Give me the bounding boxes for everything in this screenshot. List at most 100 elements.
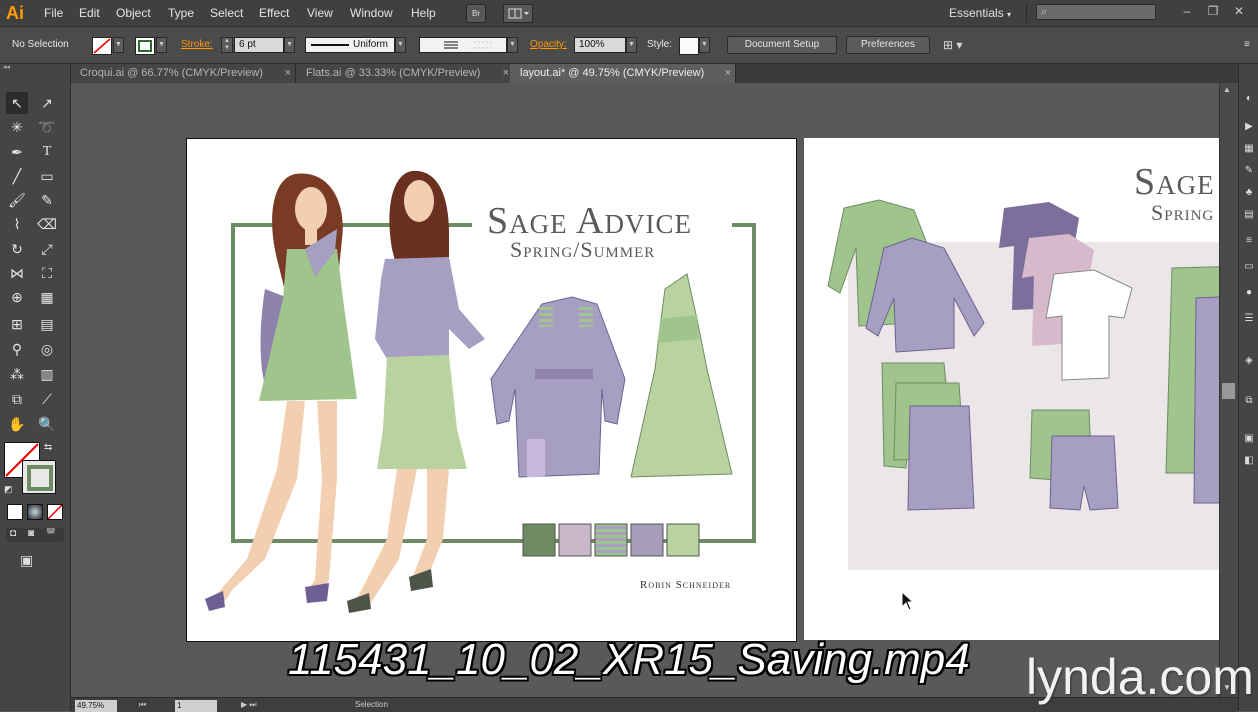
default-colors-icon[interactable]: ◩ <box>4 484 13 495</box>
next-artboard-icon[interactable]: ▶ ⏭ <box>241 700 257 710</box>
menu-help[interactable]: Help <box>411 0 436 26</box>
direct-selection-icon[interactable]: ↗ <box>36 92 58 114</box>
opacity-label[interactable]: Opacity: <box>530 27 567 63</box>
menu-view[interactable]: View <box>307 0 333 26</box>
document-canvas[interactable]: Sage Advice Spring/Summer Robin Schneide… <box>71 83 1219 697</box>
free-transform-icon[interactable]: ⛶ <box>36 262 58 284</box>
scale-icon[interactable]: ⤢ <box>36 238 58 260</box>
artboard-flats[interactable]: Sage Spring <box>804 138 1219 640</box>
preferences-button[interactable]: Preferences <box>846 36 930 54</box>
width-icon[interactable]: ⋈ <box>6 262 28 284</box>
selection-icon[interactable]: ↖ <box>6 92 28 114</box>
artboards-panel-icon[interactable]: ⧉ <box>1242 394 1256 408</box>
gradient-mode-icon[interactable] <box>27 504 43 520</box>
menu-select[interactable]: Select <box>210 0 243 26</box>
panel-collapse-icon[interactable]: ◂◂ <box>0 64 73 72</box>
blob-brush-icon[interactable]: ⌇ <box>6 213 28 235</box>
blend-icon[interactable]: ◎ <box>36 338 58 360</box>
layers-panel-icon[interactable]: ◈ <box>1242 354 1256 368</box>
stroke-dropdown[interactable]: ▼ <box>156 37 167 53</box>
graphic-styles-icon[interactable]: ▤ <box>1242 208 1256 222</box>
scrollbar-thumb[interactable] <box>1222 383 1235 399</box>
swatches-panel-icon[interactable]: ▦ <box>1242 142 1256 156</box>
symbols-panel-icon[interactable]: ♣ <box>1242 186 1256 200</box>
brush-definition-field[interactable] <box>419 37 507 53</box>
zoom-field[interactable]: 49.75% <box>75 700 117 712</box>
zoom-icon[interactable]: 🔍 <box>36 413 58 435</box>
close-window-button[interactable]: ✕ <box>1228 2 1250 20</box>
color-mode-icon[interactable] <box>7 504 23 520</box>
tab-flats[interactable]: Flats.ai @ 33.33% (CMYK/Preview) × <box>296 64 514 83</box>
menu-effect[interactable]: Effect <box>259 0 289 26</box>
stroke-stepper[interactable]: ▲ ▼ <box>221 37 233 53</box>
mesh-icon[interactable]: ⊞ <box>6 313 28 335</box>
arrange-icon[interactable]: ⊞ ▾ <box>943 38 962 52</box>
artboard-number-field[interactable]: 1 <box>175 700 217 712</box>
gradient-panel-icon[interactable]: ▭ <box>1242 260 1256 274</box>
none-mode-icon[interactable] <box>47 504 63 520</box>
menu-window[interactable]: Window <box>350 0 393 26</box>
eraser-icon[interactable]: ⌫ <box>36 213 58 235</box>
paintbrush-icon[interactable]: 🖌 <box>6 189 28 211</box>
type-icon[interactable]: T <box>36 141 58 163</box>
graphic-style-swatch[interactable] <box>679 37 699 55</box>
hand-icon[interactable]: ✋ <box>6 413 28 435</box>
first-artboard-icon[interactable]: ⏮ <box>139 700 146 710</box>
close-icon[interactable]: × <box>285 64 291 83</box>
menu-type[interactable]: Type <box>168 0 194 26</box>
stroke-weight-dropdown[interactable]: ▼ <box>284 37 295 53</box>
stroke-weight-field[interactable]: 6 pt <box>234 37 284 53</box>
appearance-panel-icon[interactable]: ☰ <box>1242 312 1256 326</box>
symbol-sprayer-icon[interactable]: ⁂ <box>6 363 28 385</box>
arrange-documents-button[interactable] <box>503 4 533 23</box>
artboard-layout[interactable]: Sage Advice Spring/Summer Robin Schneide… <box>186 138 797 642</box>
fill-swatch[interactable] <box>92 37 112 55</box>
gradient-icon[interactable]: ▤ <box>36 313 58 335</box>
pen-icon[interactable]: ✒ <box>6 141 28 163</box>
draw-inside-icon[interactable]: ◚ <box>46 528 56 539</box>
line-icon[interactable]: ╱ <box>6 165 28 187</box>
swap-colors-icon[interactable]: ⇆ <box>44 442 52 453</box>
lasso-icon[interactable]: ➰ <box>36 116 58 138</box>
artboard-icon[interactable]: ⧉ <box>6 388 28 410</box>
tab-croqui[interactable]: Croqui.ai @ 66.77% (CMYK/Preview) × <box>70 64 296 83</box>
shape-builder-icon[interactable]: ⊕ <box>6 286 28 308</box>
bridge-button[interactable]: Br <box>466 4 486 23</box>
slice-icon[interactable]: ⟋ <box>36 388 58 410</box>
brush-dropdown[interactable]: ▼ <box>507 37 518 53</box>
rectangle-icon[interactable]: ▭ <box>36 165 58 187</box>
opacity-dropdown[interactable]: ▼ <box>626 37 637 53</box>
style-dropdown[interactable]: ▼ <box>699 37 710 53</box>
perspective-grid-icon[interactable]: ▦ <box>36 286 58 308</box>
column-graph-icon[interactable]: ▥ <box>36 363 58 385</box>
restore-button[interactable]: ❐ <box>1202 2 1224 20</box>
brushes-panel-icon[interactable]: ✎ <box>1242 164 1256 178</box>
color-guide-icon[interactable]: ▶ <box>1242 120 1256 134</box>
color-panel-icon[interactable]: ◐ <box>1242 92 1256 106</box>
scroll-up-icon[interactable]: ▲ <box>1223 85 1231 94</box>
minimize-button[interactable]: – <box>1176 2 1198 20</box>
fill-dropdown[interactable]: ▼ <box>113 37 124 53</box>
rotate-icon[interactable]: ↻ <box>6 238 28 260</box>
eyedropper-icon[interactable]: ⚲ <box>6 338 28 360</box>
draw-behind-icon[interactable]: ◙ <box>28 528 34 539</box>
pencil-icon[interactable]: ✎ <box>36 189 58 211</box>
pathfinder-panel-icon[interactable]: ◧ <box>1242 454 1256 468</box>
close-icon[interactable]: × <box>725 64 731 83</box>
draw-normal-icon[interactable]: ◘ <box>10 528 16 539</box>
align-panel-icon[interactable]: ▣ <box>1242 432 1256 446</box>
menu-object[interactable]: Object <box>116 0 151 26</box>
tab-layout[interactable]: layout.ai* @ 49.75% (CMYK/Preview) × <box>510 64 736 83</box>
screen-mode-icon[interactable]: ▣ <box>20 552 33 569</box>
transparency-panel-icon[interactable]: ● <box>1242 286 1256 300</box>
stroke-panel-icon[interactable]: ≡ <box>1242 234 1256 248</box>
close-icon[interactable]: × <box>503 64 509 83</box>
magic-wand-icon[interactable]: ✳ <box>6 116 28 138</box>
stroke-profile-dropdown[interactable]: ▼ <box>395 37 406 53</box>
menu-file[interactable]: File <box>44 0 63 26</box>
workspace-switcher[interactable]: Essentials ▾ <box>940 0 1020 26</box>
stroke-label[interactable]: Stroke: <box>181 27 213 63</box>
menu-edit[interactable]: Edit <box>79 0 100 26</box>
help-search-input[interactable] <box>1036 4 1156 20</box>
stroke-color-box[interactable] <box>22 460 56 494</box>
